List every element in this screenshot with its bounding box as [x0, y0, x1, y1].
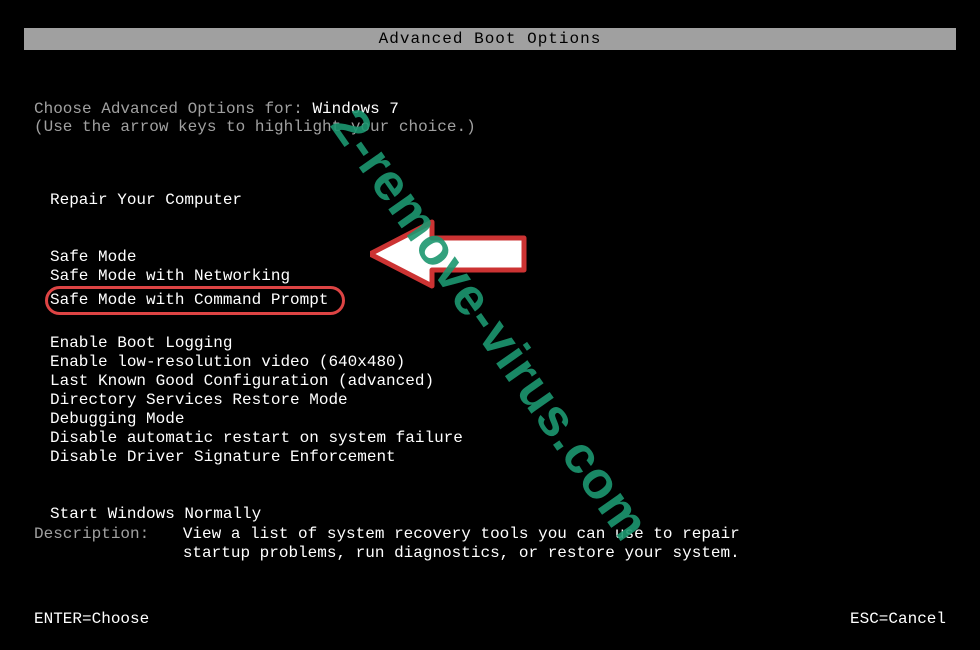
footer-enter: ENTER=Choose [34, 610, 149, 628]
option-low-res-video[interactable]: Enable low-resolution video (640x480) [50, 353, 946, 372]
description-text: View a list of system recovery tools you… [183, 525, 743, 563]
option-safe-mode[interactable]: Safe Mode [50, 248, 946, 267]
hint-line: (Use the arrow keys to highlight your ch… [34, 118, 946, 136]
option-boot-logging[interactable]: Enable Boot Logging [50, 334, 946, 353]
option-safe-mode-cmd[interactable]: Safe Mode with Command Prompt [50, 286, 946, 315]
highlighted-option: Safe Mode with Command Prompt [45, 286, 345, 315]
boot-options-screen: Advanced Boot Options Choose Advanced Op… [0, 0, 980, 650]
options-list: Repair Your Computer Safe Mode Safe Mode… [34, 191, 946, 524]
option-debugging-mode[interactable]: Debugging Mode [50, 410, 946, 429]
footer-esc: ESC=Cancel [850, 610, 946, 628]
description-block: Description: View a list of system recov… [34, 525, 743, 563]
choose-line: Choose Advanced Options for: Windows 7 [34, 100, 946, 118]
option-directory-services-restore[interactable]: Directory Services Restore Mode [50, 391, 946, 410]
option-last-known-good[interactable]: Last Known Good Configuration (advanced) [50, 372, 946, 391]
option-repair-computer[interactable]: Repair Your Computer [50, 191, 946, 210]
description-label: Description: [34, 525, 149, 543]
option-disable-driver-sig[interactable]: Disable Driver Signature Enforcement [50, 448, 946, 467]
choose-prefix: Choose Advanced Options for: [34, 100, 312, 118]
os-name: Windows 7 [312, 100, 398, 118]
title-bar: Advanced Boot Options [24, 28, 956, 50]
option-safe-mode-networking[interactable]: Safe Mode with Networking [50, 267, 946, 286]
option-start-normally[interactable]: Start Windows Normally [50, 505, 946, 524]
footer: ENTER=Choose ESC=Cancel [0, 610, 980, 628]
option-disable-auto-restart[interactable]: Disable automatic restart on system fail… [50, 429, 946, 448]
content-area: Choose Advanced Options for: Windows 7 (… [24, 50, 956, 524]
screen-title: Advanced Boot Options [379, 30, 602, 48]
